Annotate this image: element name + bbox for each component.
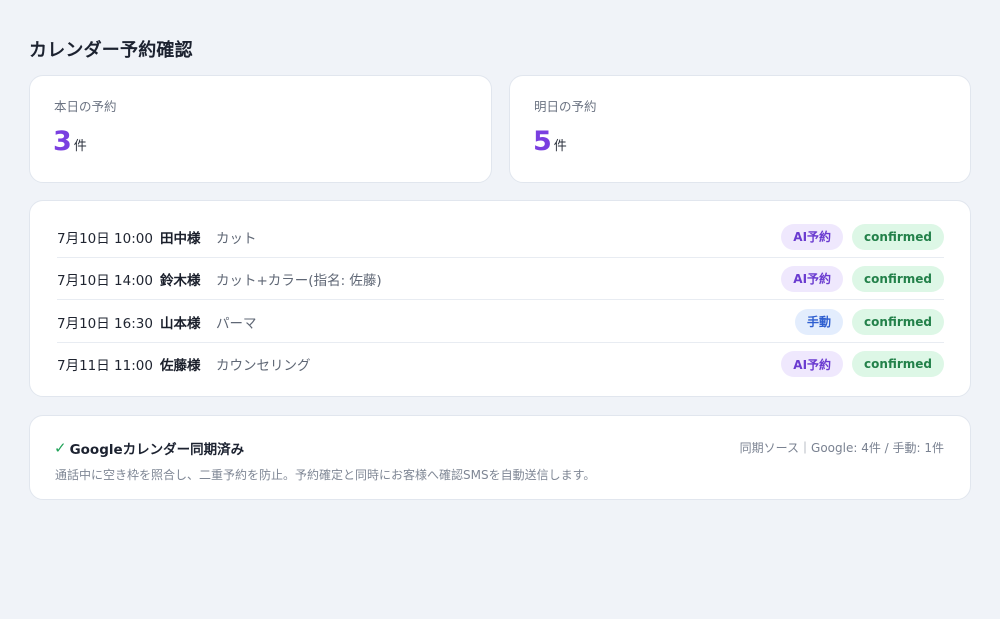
status-badge: confirmed (852, 308, 944, 335)
customer-name: 田中様 (160, 230, 201, 247)
today-bookings-card: 本日の予約 3 件 (29, 75, 492, 183)
service-name: パーマ (216, 315, 257, 332)
today-bookings-count: 3 (53, 126, 72, 157)
booking-time: 7月10日 10:00 (57, 230, 153, 247)
booking-row[interactable]: 7月10日 14:00 鈴木様 カット+カラー(指名: 佐藤) AI予約 con… (57, 258, 944, 300)
booking-time: 7月10日 16:30 (57, 315, 153, 332)
booking-badges: AI予約 confirmed (781, 223, 944, 250)
booking-row[interactable]: 7月10日 10:00 田中様 カット AI予約 confirmed (57, 216, 944, 258)
service-name: カット+カラー(指名: 佐藤) (216, 272, 382, 289)
today-bookings-value: 3 件 (53, 128, 87, 155)
tomorrow-bookings-count: 5 (533, 126, 552, 157)
source-badge: AI予約 (781, 265, 844, 292)
calendar-sync-card: ✓ Googleカレンダー同期済み 同期ソース｜Google: 4件 / 手動:… (29, 415, 971, 500)
sync-status-title: ✓ Googleカレンダー同期済み (54, 438, 244, 458)
status-badge: confirmed (852, 265, 944, 292)
booking-list: 7月10日 10:00 田中様 カット AI予約 confirmed 7月10日… (29, 200, 971, 397)
customer-name: 鈴木様 (160, 272, 201, 289)
check-icon: ✓ (54, 439, 67, 457)
source-badge: 手動 (795, 308, 844, 335)
status-badge: confirmed (852, 223, 944, 250)
source-badge: AI予約 (781, 351, 844, 377)
sync-title-text: Googleカレンダー同期済み (69, 442, 245, 458)
sync-source-summary: 同期ソース｜Google: 4件 / 手動: 1件 (739, 441, 944, 455)
customer-name: 佐藤様 (160, 358, 201, 374)
booking-badges: AI予約 confirmed (781, 265, 944, 292)
booking-time: 7月11日 11:00 (57, 358, 153, 374)
page-title: カレンダー予約確認 (29, 40, 193, 61)
booking-time: 7月10日 14:00 (57, 272, 153, 289)
tomorrow-bookings-value: 5 件 (533, 128, 567, 155)
status-badge: confirmed (852, 351, 944, 377)
booking-badges: AI予約 confirmed (781, 351, 944, 377)
service-name: カウンセリング (216, 358, 311, 374)
tomorrow-bookings-unit: 件 (553, 139, 567, 154)
service-name: カット (216, 230, 257, 247)
source-badge: AI予約 (781, 223, 844, 250)
customer-name: 山本様 (160, 315, 201, 332)
booking-badges: 手動 confirmed (795, 308, 944, 335)
sync-description: 通話中に空き枠を照合し、二重予約を防止。予約確定と同時にお客様へ確認SMSを自動… (55, 468, 596, 482)
booking-row[interactable]: 7月11日 11:00 佐藤様 カウンセリング AI予約 confirmed (57, 343, 944, 385)
tomorrow-bookings-label: 明日の予約 (534, 99, 597, 114)
today-bookings-unit: 件 (73, 139, 87, 154)
tomorrow-bookings-card: 明日の予約 5 件 (509, 75, 971, 183)
today-bookings-label: 本日の予約 (54, 99, 117, 114)
booking-row[interactable]: 7月10日 16:30 山本様 パーマ 手動 confirmed (57, 301, 944, 343)
